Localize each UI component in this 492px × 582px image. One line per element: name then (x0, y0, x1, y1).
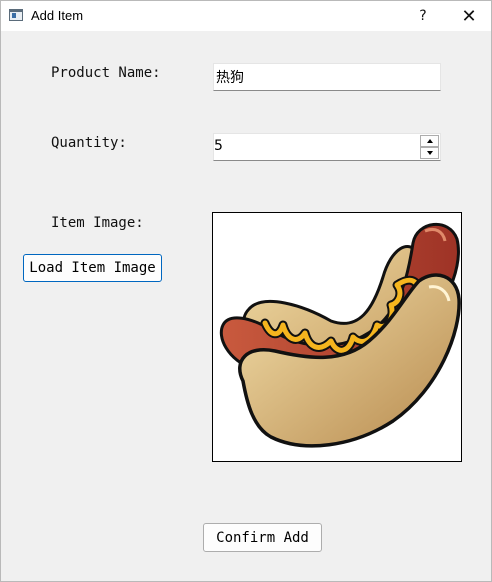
load-item-image-button[interactable]: Load Item Image (23, 254, 162, 282)
quantity-increment-button[interactable] (420, 135, 439, 147)
help-button[interactable]: ? (401, 1, 445, 31)
product-name-label: Product Name: (51, 65, 161, 81)
item-image-label: Item Image: (51, 215, 144, 231)
window-app-icon (9, 9, 23, 21)
arrow-down-icon (426, 151, 433, 155)
quantity-spinbox[interactable]: 5 (213, 133, 441, 161)
title-bar: Add Item ? ✕ (1, 1, 491, 32)
item-image-preview (212, 212, 462, 462)
quantity-decrement-button[interactable] (420, 147, 439, 159)
window-title: Add Item (31, 8, 84, 23)
confirm-add-button[interactable]: Confirm Add (203, 523, 322, 552)
hot-dog-image (219, 222, 461, 448)
quantity-value[interactable]: 5 (214, 138, 223, 154)
add-item-dialog: Add Item ? ✕ Product Name: Quantity: 5 I… (0, 0, 492, 582)
arrow-up-icon (426, 139, 433, 143)
quantity-label: Quantity: (51, 135, 127, 151)
close-button[interactable]: ✕ (447, 1, 491, 31)
product-name-input[interactable] (213, 63, 441, 91)
